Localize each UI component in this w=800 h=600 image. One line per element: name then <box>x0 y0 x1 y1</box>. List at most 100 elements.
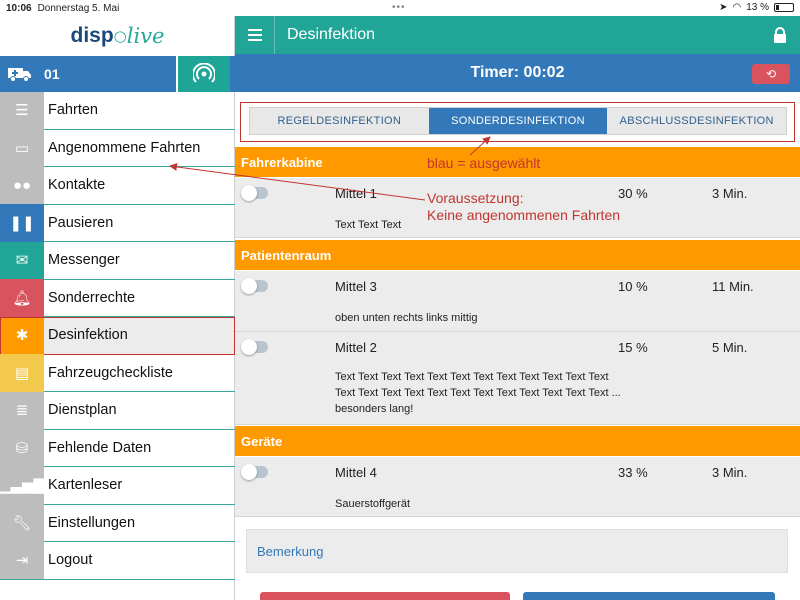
sidebar-item-angenommene-fahrten[interactable]: ▭ Angenommene Fahrten <box>0 129 235 167</box>
sidebar-item-label: Kartenleser <box>48 477 123 494</box>
status-date: Donnerstag 5. Mai <box>37 2 120 14</box>
item-duration: 11 Min. <box>712 279 754 294</box>
vehicle-bar: 01 <box>0 56 235 92</box>
sidebar-item-label: Kontakte <box>48 177 106 194</box>
ambulance-icon <box>0 56 40 92</box>
tab-regeldesinfektion[interactable]: REGELDESINFEKTION <box>250 108 429 134</box>
bell-icon: 🔔︎ <box>0 279 44 317</box>
envelope-icon: ✉ <box>0 241 44 279</box>
sidebar-menu: ☰ Fahrten ▭ Angenommene Fahrten ●● Konta… <box>0 91 235 580</box>
multitask-dots-icon[interactable]: ••• <box>392 2 406 13</box>
sidebar-item-label: Desinfektion <box>48 327 128 344</box>
item-description-row: Sauerstoffgerät <box>235 487 800 517</box>
tab-sonderdesinfektion[interactable]: SONDERDESINFEKTION <box>428 108 608 134</box>
location-icon: ➤ <box>719 2 728 13</box>
history-icon: ⟲ <box>765 67 777 81</box>
timer-reset-button[interactable]: ⟲ <box>752 64 790 84</box>
sidebar-item-sonderrechte[interactable]: 🔔︎ Sonderrechte <box>0 279 235 317</box>
sidebar: disp ○ live 01 ☰ Fahrten ▭ Angenommene F… <box>0 16 235 600</box>
item-toggle[interactable] <box>241 339 268 355</box>
status-time: 10:06 <box>6 2 32 14</box>
sidebar-item-label: Sonderrechte <box>48 289 136 306</box>
sidebar-item-einstellungen[interactable]: 🔧︎ Einstellungen <box>0 504 235 542</box>
lock-icon[interactable] <box>760 26 800 44</box>
logo-text-part2: live <box>126 24 165 48</box>
database-icon: ⛁ <box>0 429 44 467</box>
sidebar-item-label: Fahrten <box>48 102 98 119</box>
book-icon: ▤ <box>0 354 44 392</box>
app-logo: disp ○ live <box>0 16 235 56</box>
id-card-icon: ▭ <box>0 129 44 167</box>
item-name: Mittel 4 <box>335 465 377 480</box>
remark-field[interactable]: Bemerkung <box>246 529 788 573</box>
item-name: Mittel 1 <box>335 186 377 201</box>
item-name: Mittel 3 <box>335 279 377 294</box>
sidebar-item-fehlende-daten[interactable]: ⛁ Fehlende Daten <box>0 429 235 467</box>
item-duration: 3 Min. <box>712 186 748 201</box>
status-indicators: ➤ ◠ 13 % <box>719 2 794 13</box>
item-row-mittel-3: Mittel 3 10 % 11 Min. <box>235 271 800 301</box>
page-title: Desinfektion <box>287 26 376 43</box>
sidebar-item-label: Pausieren <box>48 214 114 231</box>
battery-percent: 13 % <box>746 2 769 13</box>
status-bar: 10:06 Donnerstag 5. Mai ••• ➤ ◠ 13 % <box>0 0 800 16</box>
remark-label: Bemerkung <box>257 543 324 559</box>
confirm-button[interactable] <box>523 592 775 600</box>
sidebar-item-label: Fahrzeugcheckliste <box>48 364 173 381</box>
pause-icon: ❚❚ <box>0 204 44 242</box>
sidebar-item-pausieren[interactable]: ❚❚ Pausieren <box>0 204 235 242</box>
radio-signal-icon <box>193 63 215 83</box>
annotation-selected-note: blau = ausgewählt <box>427 155 541 171</box>
sidebar-item-label: Messenger <box>48 252 120 269</box>
vehicle-number: 01 <box>44 66 60 82</box>
logout-icon: ⇥ <box>0 541 44 579</box>
tab-group-annotation-frame: REGELDESINFEKTION SONDERDESINFEKTION ABS… <box>240 102 795 142</box>
item-toggle[interactable] <box>241 464 268 480</box>
item-toggle[interactable] <box>241 185 268 201</box>
sidebar-item-dienstplan[interactable]: ≣ Dienstplan <box>0 391 235 430</box>
item-percent: 33 % <box>618 465 648 480</box>
radio-signal-button[interactable] <box>176 56 230 92</box>
item-duration: 3 Min. <box>712 465 748 480</box>
hamburger-menu-icon[interactable] <box>235 16 275 54</box>
sidebar-item-kartenleser[interactable]: ▁▃▅▇ Kartenleser <box>0 466 235 505</box>
item-toggle[interactable] <box>241 278 268 294</box>
item-row-mittel-4: Mittel 4 33 % 3 Min. <box>235 457 800 487</box>
users-icon: ●● <box>0 166 44 204</box>
item-row-mittel-2: Mittel 2 15 % 5 Min. <box>235 332 800 362</box>
item-name: Mittel 2 <box>335 340 377 355</box>
item-description: Sauerstoffgerät <box>335 498 411 510</box>
item-description-row: oben unten rechts links mittig <box>235 301 800 332</box>
tab-abschlussdesinfektion[interactable]: ABSCHLUSSDESINFEKTION <box>607 108 786 134</box>
battery-icon <box>774 3 794 12</box>
sidebar-item-fahrzeugcheckliste[interactable]: ▤ Fahrzeugcheckliste <box>0 354 235 392</box>
wrench-icon: 🔧︎ <box>0 504 44 542</box>
item-duration: 5 Min. <box>712 340 748 355</box>
sidebar-item-logout[interactable]: ⇥ Logout <box>0 541 235 580</box>
signal-bars-icon: ▁▃▅▇ <box>0 466 45 504</box>
sidebar-item-messenger[interactable]: ✉ Messenger <box>0 241 235 280</box>
list-check-icon: ☰ <box>0 91 44 129</box>
sidebar-item-label: Logout <box>48 552 93 569</box>
logo-circle-icon: ○ <box>113 27 127 45</box>
timer-bar: Timer: 00:02 ⟲ <box>235 54 800 92</box>
sidebar-item-label: Dienstplan <box>48 402 117 419</box>
app-header: Desinfektion <box>235 16 800 54</box>
cancel-button[interactable] <box>260 592 510 600</box>
bug-icon: ✱ <box>0 316 44 354</box>
sidebar-item-fahrten[interactable]: ☰ Fahrten <box>0 91 235 130</box>
item-description: Text Text Text Text Text Text Text Text … <box>335 371 621 415</box>
item-description: oben unten rechts links mittig <box>335 312 478 324</box>
section-header-geraete: Geräte <box>235 426 800 456</box>
sidebar-item-label: Einstellungen <box>48 514 136 531</box>
item-description-row: Text Text Text Text Text Text Text Text … <box>235 362 800 425</box>
wifi-icon: ◠ <box>732 2 742 13</box>
sidebar-item-kontakte[interactable]: ●● Kontakte <box>0 166 235 205</box>
timer-display: Timer: 00:02 <box>470 64 565 81</box>
sidebar-item-label: Fehlende Daten <box>48 439 152 456</box>
logo-text-part1: disp <box>70 24 114 47</box>
disinfection-tabs: REGELDESINFEKTION SONDERDESINFEKTION ABS… <box>249 107 787 135</box>
item-percent: 15 % <box>618 340 648 355</box>
annotation-precondition-line2: Keine angenommenen Fahrten <box>427 207 621 223</box>
sidebar-item-desinfektion[interactable]: ✱ Desinfektion <box>0 316 235 355</box>
